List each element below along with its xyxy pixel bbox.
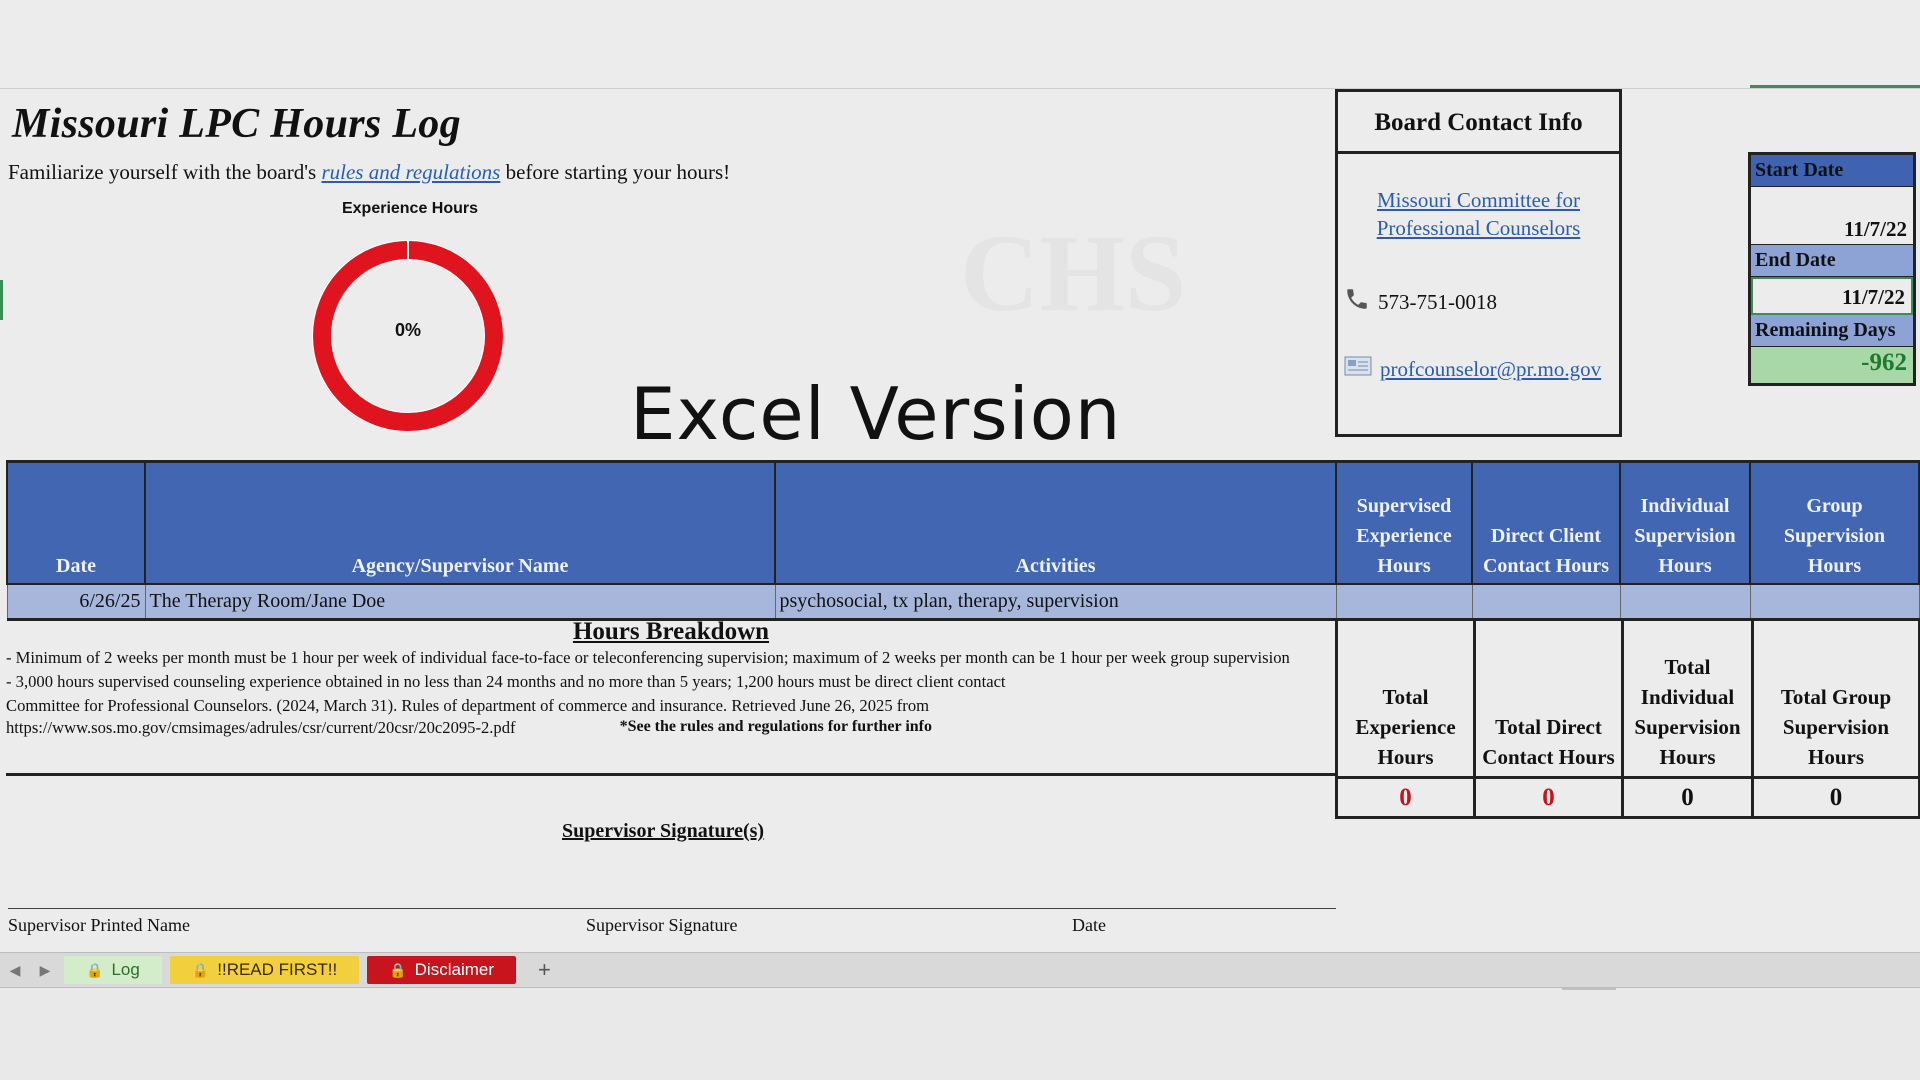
cell-direct[interactable]	[1471, 583, 1621, 621]
next-sheet-icon[interactable]: ▶	[30, 962, 60, 979]
total-individual-value[interactable]: 0	[1621, 776, 1754, 819]
date-panel: Start Date 11/7/22 End Date 11/7/22 Rema…	[1748, 152, 1916, 386]
breakdown-note: *See the rules and regulations for furth…	[619, 718, 932, 735]
tab-read-first[interactable]: 🔒 !!READ FIRST!!	[169, 956, 360, 984]
chart-title: Experience Hours	[341, 200, 479, 217]
totals-table: Total Experience Hours Total Direct Cont…	[1335, 618, 1920, 819]
col-header-group[interactable]: Group Supervision Hours	[1749, 460, 1920, 585]
hours-breakdown: Hours Breakdown - Minimum of 2 weeks per…	[6, 618, 1336, 776]
printed-name-label: Supervisor Printed Name	[8, 915, 190, 935]
signature-line	[8, 908, 1336, 909]
top-bar	[0, 0, 1920, 88]
lock-icon: 🔒	[86, 961, 104, 978]
intro-before: Familiarize yourself with the board's	[8, 160, 317, 184]
committee-link[interactable]: Missouri Committee for Professional Coun…	[1338, 186, 1619, 242]
col-header-supervised[interactable]: Supervised Experience Hours	[1335, 460, 1473, 585]
cell-activities[interactable]: psychosocial, tx plan, therapy, supervis…	[774, 583, 1337, 621]
contact-title: Board Contact Info	[1338, 92, 1619, 154]
breakdown-url-row: https://www.sos.mo.gov/cmsimages/adrules…	[6, 718, 1336, 738]
total-individual-header: Total Individual Supervision Hours	[1621, 618, 1754, 779]
rules-link[interactable]: rules and regulations	[321, 160, 500, 184]
col-header-direct[interactable]: Direct Client Contact Hours	[1471, 460, 1621, 585]
tab-disclaimer[interactable]: 🔒 Disclaimer	[367, 956, 516, 984]
table-row: 6/26/25 The Therapy Room/Jane Doe psycho…	[6, 583, 1920, 621]
breakdown-line-2: - 3,000 hours supervised counseling expe…	[6, 672, 1006, 691]
hours-log-table: Date Agency/Supervisor Name Activities S…	[6, 460, 1920, 621]
tab-log[interactable]: 🔒 Log	[64, 956, 162, 984]
signature-title: Supervisor Signature(s)	[562, 820, 765, 842]
start-date-label: Start Date	[1751, 155, 1913, 187]
intro-text: Familiarize yourself with the board's ru…	[8, 160, 730, 185]
cell-individual[interactable]	[1619, 583, 1751, 621]
cell-agency[interactable]: The Therapy Room/Jane Doe	[144, 583, 776, 621]
cell-supervised[interactable]	[1335, 583, 1473, 621]
breakdown-title: Hours Breakdown	[572, 618, 770, 645]
tab-disclaimer-label: Disclaimer	[414, 960, 494, 979]
tab-read-first-label: !!READ FIRST!!	[217, 960, 338, 979]
cell-date[interactable]: 6/26/25	[6, 583, 146, 621]
breakdown-line-1: - Minimum of 2 weeks per month must be 1…	[6, 648, 1290, 667]
col-header-date[interactable]: Date	[6, 460, 146, 585]
date-label: Date	[1072, 915, 1106, 935]
row-indicator	[0, 280, 3, 320]
intro-after: before starting your hours!	[505, 160, 731, 184]
end-date-label: End Date	[1751, 245, 1913, 277]
total-direct-header: Total Direct Contact Hours	[1473, 618, 1624, 779]
watermark: CHS	[960, 212, 1187, 334]
phone-row: 573-751-0018	[1344, 286, 1497, 318]
email-link[interactable]: profcounselor@pr.mo.gov	[1380, 357, 1601, 382]
breakdown-url: https://www.sos.mo.gov/cmsimages/adrules…	[6, 718, 516, 737]
breakdown-citation: Committee for Professional Counselors. (…	[6, 696, 930, 715]
log-header-row: Date Agency/Supervisor Name Activities S…	[6, 460, 1920, 585]
end-date-cell[interactable]: 11/7/22	[1751, 277, 1913, 315]
col-header-activities[interactable]: Activities	[774, 460, 1337, 585]
prev-sheet-icon[interactable]: ◀	[0, 962, 30, 979]
lock-icon: 🔒	[389, 961, 407, 978]
donut-center-label: 0%	[394, 320, 421, 340]
totals-value-row: 0 0 0 0	[1335, 776, 1920, 819]
total-group-value[interactable]: 0	[1751, 776, 1920, 819]
phone-icon	[1344, 286, 1370, 318]
lock-icon: 🔒	[191, 961, 210, 978]
signature-label: Supervisor Signature	[586, 915, 738, 935]
col-header-agency[interactable]: Agency/Supervisor Name	[144, 460, 776, 585]
page-title: Missouri LPC Hours Log	[12, 101, 461, 147]
selection-indicator	[1750, 85, 1920, 88]
excel-version-label: Excel Version	[630, 372, 1122, 456]
col-header-individual[interactable]: Individual Supervision Hours	[1619, 460, 1751, 585]
total-experience-value[interactable]: 0	[1335, 776, 1476, 819]
total-group-header: Total Group Supervision Hours	[1751, 618, 1920, 779]
total-experience-header: Total Experience Hours	[1335, 618, 1476, 779]
sheet-tab-bar: ◀ ▶ 🔒 Log 🔒 !!READ FIRST!! 🔒 Disclaimer …	[0, 952, 1920, 988]
board-contact-box: Board Contact Info Missouri Committee fo…	[1335, 89, 1622, 437]
email-row: profcounselor@pr.mo.gov	[1344, 356, 1601, 382]
phone-number: 573-751-0018	[1378, 289, 1497, 314]
tab-log-label: Log	[111, 960, 140, 979]
remaining-days-label: Remaining Days	[1751, 315, 1913, 347]
start-date-cell[interactable]: 11/7/22	[1751, 187, 1913, 245]
cell-group[interactable]	[1749, 583, 1920, 621]
remaining-days-cell[interactable]: -962	[1751, 347, 1913, 383]
add-sheet-button[interactable]: +	[538, 957, 551, 983]
totals-header-row: Total Experience Hours Total Direct Cont…	[1335, 618, 1920, 779]
bottom-area	[0, 990, 1920, 1080]
mail-icon	[1344, 356, 1372, 382]
total-direct-value[interactable]: 0	[1473, 776, 1624, 819]
